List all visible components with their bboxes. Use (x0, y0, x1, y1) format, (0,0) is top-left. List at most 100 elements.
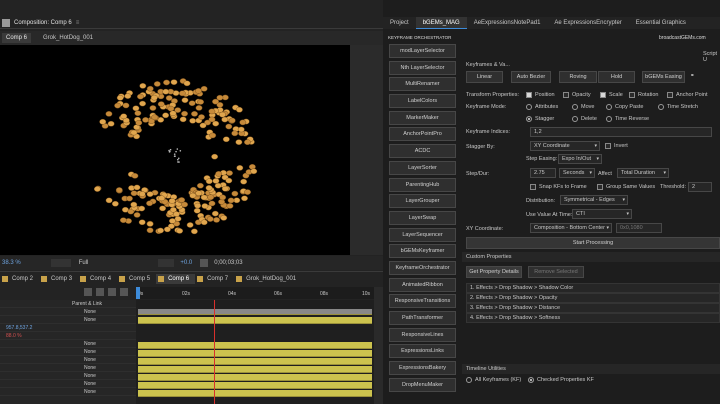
script-button[interactable]: PathTransformer (389, 311, 456, 325)
script-button[interactable]: ParentingHub (389, 177, 456, 192)
timeline-tab[interactable]: Grok_HotDog_001 (234, 274, 302, 284)
tab-expressions-notepad[interactable]: AeExpressionsNotePad1 (467, 17, 548, 29)
invert-checkbox[interactable] (605, 143, 611, 149)
affect-select[interactable]: Total Duration ▾ (617, 168, 669, 178)
region-icon[interactable] (50, 259, 71, 267)
start-processing-button[interactable]: Start Processing (466, 237, 720, 249)
position-row[interactable]: 957.8,537.2 (0, 324, 136, 332)
comp-tab-grok[interactable]: Grok_HotDog_001 (39, 33, 97, 43)
auto-bezier-button[interactable]: Auto Bezier (511, 71, 551, 83)
tab-essential-graphics[interactable]: Essential Graphics (629, 17, 693, 29)
motion-blur-icon[interactable] (108, 288, 116, 296)
script-button[interactable]: LayerSorter (389, 160, 456, 175)
script-button[interactable]: LayerSequencer (389, 227, 456, 242)
anchor-point-checkbox[interactable] (667, 92, 673, 98)
script-button[interactable]: KeyframeOrchestrator (389, 260, 456, 275)
layer-bar[interactable] (138, 374, 372, 381)
script-button[interactable]: AnimatedRibbon (389, 277, 456, 292)
camera-icon[interactable] (200, 259, 209, 267)
script-button[interactable]: LayerGrouper (389, 194, 456, 209)
xy-coordinate-select[interactable]: Composition - Bottom Center ▾ (530, 223, 612, 233)
copy-paste-radio[interactable] (606, 104, 612, 110)
parent-select[interactable]: None (84, 389, 96, 395)
opacity-checkbox[interactable] (563, 92, 569, 98)
script-button[interactable]: MultiRenamer (389, 77, 456, 92)
parent-select[interactable]: None (84, 373, 96, 379)
script-button[interactable]: MarkerMaker (389, 110, 456, 125)
tab-project[interactable]: Project (383, 17, 416, 29)
property-list-item[interactable]: 4. Effects > Drop Shadow > Softness (466, 313, 720, 323)
timeline-tab[interactable]: Comp 4 (78, 274, 117, 284)
all-keyframes-radio[interactable] (466, 377, 472, 383)
delete-radio[interactable] (572, 116, 578, 122)
layer-bar[interactable] (138, 382, 372, 389)
xy-offset-input[interactable]: 0x0,1080 (616, 223, 662, 233)
property-list-item[interactable]: 3. Effects > Drop Shadow > Distance (466, 303, 720, 313)
timeline-scrollbar[interactable] (374, 287, 383, 404)
remove-selected-button[interactable]: Remove Selected (528, 266, 584, 278)
layer-bar[interactable] (138, 317, 372, 324)
layer-row[interactable]: None (0, 372, 136, 380)
script-button[interactable]: bGEMsKeyframer (389, 244, 456, 259)
channel-icon[interactable] (158, 259, 175, 267)
layer-row[interactable]: None (0, 356, 136, 364)
threshold-input[interactable]: 2 (688, 182, 712, 192)
graph-editor-icon[interactable] (120, 288, 128, 296)
scale-row[interactable]: 88.0 % (0, 332, 136, 340)
shy-icon[interactable] (84, 288, 92, 296)
script-button[interactable]: LayerSwap (389, 210, 456, 225)
playhead[interactable] (214, 300, 215, 404)
layer-row[interactable]: None (0, 316, 136, 324)
layer-bar[interactable] (138, 350, 372, 357)
parent-select[interactable]: None (84, 365, 96, 371)
get-property-details-button[interactable]: Get Property Details (466, 266, 522, 278)
checked-properties-radio[interactable] (528, 377, 534, 383)
move-radio[interactable] (572, 104, 578, 110)
property-list-item[interactable]: 1. Effects > Drop Shadow > Shadow Color (466, 283, 720, 293)
layer-row[interactable]: None (0, 348, 136, 356)
layer-bar[interactable] (138, 342, 372, 349)
roving-button[interactable]: Roving (559, 71, 597, 83)
layer-bar[interactable] (138, 309, 372, 315)
keyframe-indices-input[interactable]: 1,2 (530, 127, 712, 137)
layer-row[interactable]: None (0, 308, 136, 316)
parent-select[interactable]: None (84, 309, 96, 315)
group-same-values-checkbox[interactable] (597, 184, 603, 190)
frame-blend-icon[interactable] (96, 288, 104, 296)
parent-select[interactable]: None (84, 317, 96, 323)
snap-kfs-checkbox[interactable] (530, 184, 536, 190)
composition-viewer[interactable] (0, 45, 350, 255)
step-dur-unit-select[interactable]: Seconds ▾ (559, 168, 595, 178)
zoom-value[interactable]: 38.3 % (2, 260, 21, 266)
linear-button[interactable]: Linear (466, 71, 503, 83)
parent-select[interactable]: None (84, 357, 96, 363)
stagger-by-select[interactable]: XY Coordinate ▾ (530, 141, 600, 151)
parent-select[interactable]: None (84, 381, 96, 387)
hold-button[interactable]: Hold (598, 71, 635, 83)
timeline-tab[interactable]: Comp 2 (0, 274, 39, 284)
property-list-item[interactable]: 2. Effects > Drop Shadow > Opacity (466, 293, 720, 303)
timeline-tab[interactable]: Comp 5 (117, 274, 156, 284)
rotation-checkbox[interactable] (629, 92, 635, 98)
position-value[interactable]: 957.8,537.2 (6, 325, 32, 331)
time-stretch-radio[interactable] (658, 104, 664, 110)
layer-bar[interactable] (138, 358, 372, 365)
layer-row[interactable]: None (0, 364, 136, 372)
composition-panel-title[interactable]: Composition: Comp 6 (14, 20, 72, 26)
script-button[interactable]: modLayerSelector (389, 44, 456, 58)
script-button[interactable]: DropMenuMaker (389, 377, 456, 392)
script-button[interactable]: Nth LayerSelector (389, 60, 456, 75)
resolution-select[interactable]: Full (79, 260, 89, 266)
timeline-tracks[interactable] (136, 300, 374, 404)
tab-bgems-mag[interactable]: bGEMs_MAG (415, 17, 467, 29)
timeline-tab-active[interactable]: Comp 6 (156, 273, 196, 284)
step-dur-input[interactable]: 2.75 (530, 168, 556, 178)
chain-icon[interactable]: ⚭ (690, 73, 695, 79)
panel-options-icon[interactable]: ≡ (76, 20, 80, 26)
step-easing-select[interactable]: Expo In/Out ▾ (558, 154, 602, 164)
distribution-select[interactable]: Symmetrical - Edges ▾ (560, 195, 628, 205)
panel-menu-icon[interactable] (2, 18, 10, 27)
script-button[interactable]: ExpressionsBakery (389, 361, 456, 376)
layer-bar[interactable] (138, 366, 372, 373)
use-value-select[interactable]: CTI ▾ (572, 209, 632, 219)
